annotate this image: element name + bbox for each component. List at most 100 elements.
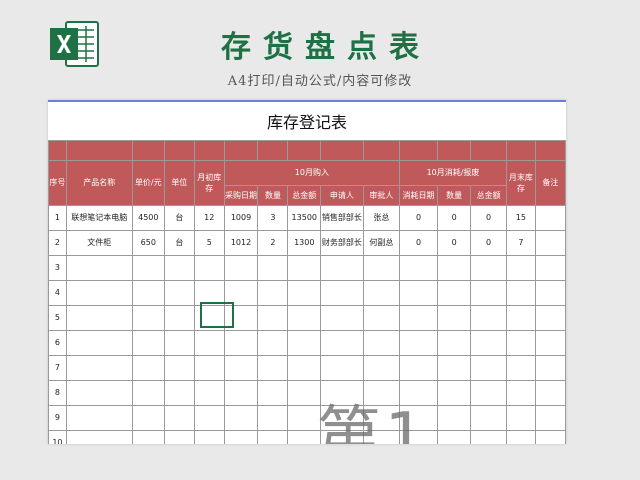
cell-unit[interactable] xyxy=(163,329,195,356)
cell-product[interactable] xyxy=(65,254,133,281)
cell-unit[interactable]: 台 xyxy=(163,229,195,256)
cell-unit[interactable] xyxy=(163,279,195,306)
cell-consume-date[interactable] xyxy=(399,379,438,406)
cell-price[interactable]: 650 xyxy=(131,229,165,256)
cell-consume-total[interactable] xyxy=(470,304,507,331)
cell-approver[interactable] xyxy=(362,304,401,331)
cell-purchase-qty[interactable]: 3 xyxy=(257,204,289,231)
cell-opening[interactable]: 12 xyxy=(193,204,225,231)
cell-closing[interactable] xyxy=(505,329,536,356)
cell-approver[interactable] xyxy=(362,404,401,431)
cell-seq[interactable]: 10 xyxy=(48,429,67,444)
cell-closing[interactable] xyxy=(505,429,536,444)
cell-applicant[interactable] xyxy=(320,379,364,406)
cell-consume-qty[interactable] xyxy=(436,379,472,406)
cell-price[interactable] xyxy=(131,329,165,356)
header-consume-group[interactable]: 10月消耗/报废 xyxy=(399,159,507,186)
cell-opening[interactable] xyxy=(193,354,225,381)
cell-purchase-date[interactable] xyxy=(223,404,259,431)
cell-purchase-qty[interactable] xyxy=(257,279,289,306)
cell-seq[interactable]: 8 xyxy=(48,379,67,406)
cell-unit[interactable] xyxy=(163,429,195,444)
cell-consume-qty[interactable] xyxy=(436,279,472,306)
header-purchase-date[interactable]: 采购日期 xyxy=(223,184,259,206)
cell-applicant[interactable]: 财务部部长 xyxy=(320,229,364,256)
cell-unit[interactable] xyxy=(163,354,195,381)
cell-note[interactable] xyxy=(534,229,566,256)
cell-applicant[interactable] xyxy=(320,329,364,356)
cell-purchase-total[interactable] xyxy=(287,279,322,306)
header-purchase-qty[interactable]: 数量 xyxy=(257,184,289,206)
cell-purchase-qty[interactable] xyxy=(257,254,289,281)
cell-purchase-qty[interactable] xyxy=(257,404,289,431)
header-note[interactable]: 备注 xyxy=(534,159,566,206)
header-closing[interactable]: 月末库存 xyxy=(505,159,536,206)
cell-purchase-date[interactable] xyxy=(223,279,259,306)
cell-note[interactable] xyxy=(534,404,566,431)
cell-closing[interactable] xyxy=(505,279,536,306)
cell-consume-date[interactable] xyxy=(399,404,438,431)
cell-purchase-date[interactable] xyxy=(223,304,259,331)
cell-note[interactable] xyxy=(534,354,566,381)
cell-consume-total[interactable] xyxy=(470,354,507,381)
cell-purchase-date[interactable] xyxy=(223,354,259,381)
cell-consume-date[interactable] xyxy=(399,329,438,356)
cell-unit[interactable] xyxy=(163,379,195,406)
cell-opening[interactable]: 5 xyxy=(193,229,225,256)
cell-unit[interactable] xyxy=(163,304,195,331)
cell-note[interactable] xyxy=(534,304,566,331)
cell-consume-total[interactable] xyxy=(470,329,507,356)
cell-closing[interactable]: 7 xyxy=(505,229,536,256)
cell-approver[interactable] xyxy=(362,254,401,281)
cell-applicant[interactable] xyxy=(320,354,364,381)
cell-consume-qty[interactable] xyxy=(436,329,472,356)
cell-opening[interactable] xyxy=(193,404,225,431)
cell-consume-qty[interactable]: 0 xyxy=(436,229,472,256)
cell-note[interactable] xyxy=(534,329,566,356)
cell-purchase-total[interactable] xyxy=(287,404,322,431)
cell-purchase-qty[interactable] xyxy=(257,354,289,381)
header-consume-total[interactable]: 总金额 xyxy=(470,184,507,206)
cell-purchase-total[interactable] xyxy=(287,354,322,381)
cell-purchase-qty[interactable] xyxy=(257,379,289,406)
cell-approver[interactable]: 张总 xyxy=(362,204,401,231)
cell-unit[interactable] xyxy=(163,254,195,281)
cell-consume-total[interactable] xyxy=(470,404,507,431)
header-seq[interactable]: 序号 xyxy=(48,159,67,206)
header-opening[interactable]: 月初库存 xyxy=(193,159,225,206)
cell-purchase-total[interactable] xyxy=(287,254,322,281)
cell-consume-date[interactable] xyxy=(399,429,438,444)
cell-price[interactable] xyxy=(131,404,165,431)
header-approver[interactable]: 审批人 xyxy=(362,184,401,206)
cell-consume-total[interactable]: 0 xyxy=(470,229,507,256)
cell-product[interactable] xyxy=(65,329,133,356)
header-purchase-total[interactable]: 总金额 xyxy=(287,184,322,206)
cell-price[interactable] xyxy=(131,304,165,331)
cell-seq[interactable]: 6 xyxy=(48,329,67,356)
cell-consume-date[interactable] xyxy=(399,279,438,306)
cell-consume-date[interactable]: 0 xyxy=(399,229,438,256)
cell-product[interactable] xyxy=(65,379,133,406)
cell-applicant[interactable] xyxy=(320,279,364,306)
cell-seq[interactable]: 5 xyxy=(48,304,67,331)
cell-consume-qty[interactable]: 0 xyxy=(436,204,472,231)
cell-closing[interactable] xyxy=(505,354,536,381)
cell-applicant[interactable] xyxy=(320,429,364,444)
cell-product[interactable] xyxy=(65,429,133,444)
cell-closing[interactable] xyxy=(505,304,536,331)
cell-approver[interactable]: 何副总 xyxy=(362,229,401,256)
cell-closing[interactable]: 15 xyxy=(505,204,536,231)
cell-price[interactable] xyxy=(131,379,165,406)
cell-purchase-qty[interactable]: 2 xyxy=(257,229,289,256)
cell-opening[interactable] xyxy=(193,279,225,306)
cell-note[interactable] xyxy=(534,379,566,406)
cell-note[interactable] xyxy=(534,254,566,281)
cell-price[interactable]: 4500 xyxy=(131,204,165,231)
cell-opening[interactable] xyxy=(193,329,225,356)
cell-price[interactable] xyxy=(131,429,165,444)
cell-applicant[interactable] xyxy=(320,254,364,281)
cell-consume-date[interactable] xyxy=(399,304,438,331)
cell-closing[interactable] xyxy=(505,379,536,406)
cell-applicant[interactable] xyxy=(320,404,364,431)
cell-opening[interactable] xyxy=(193,304,225,331)
